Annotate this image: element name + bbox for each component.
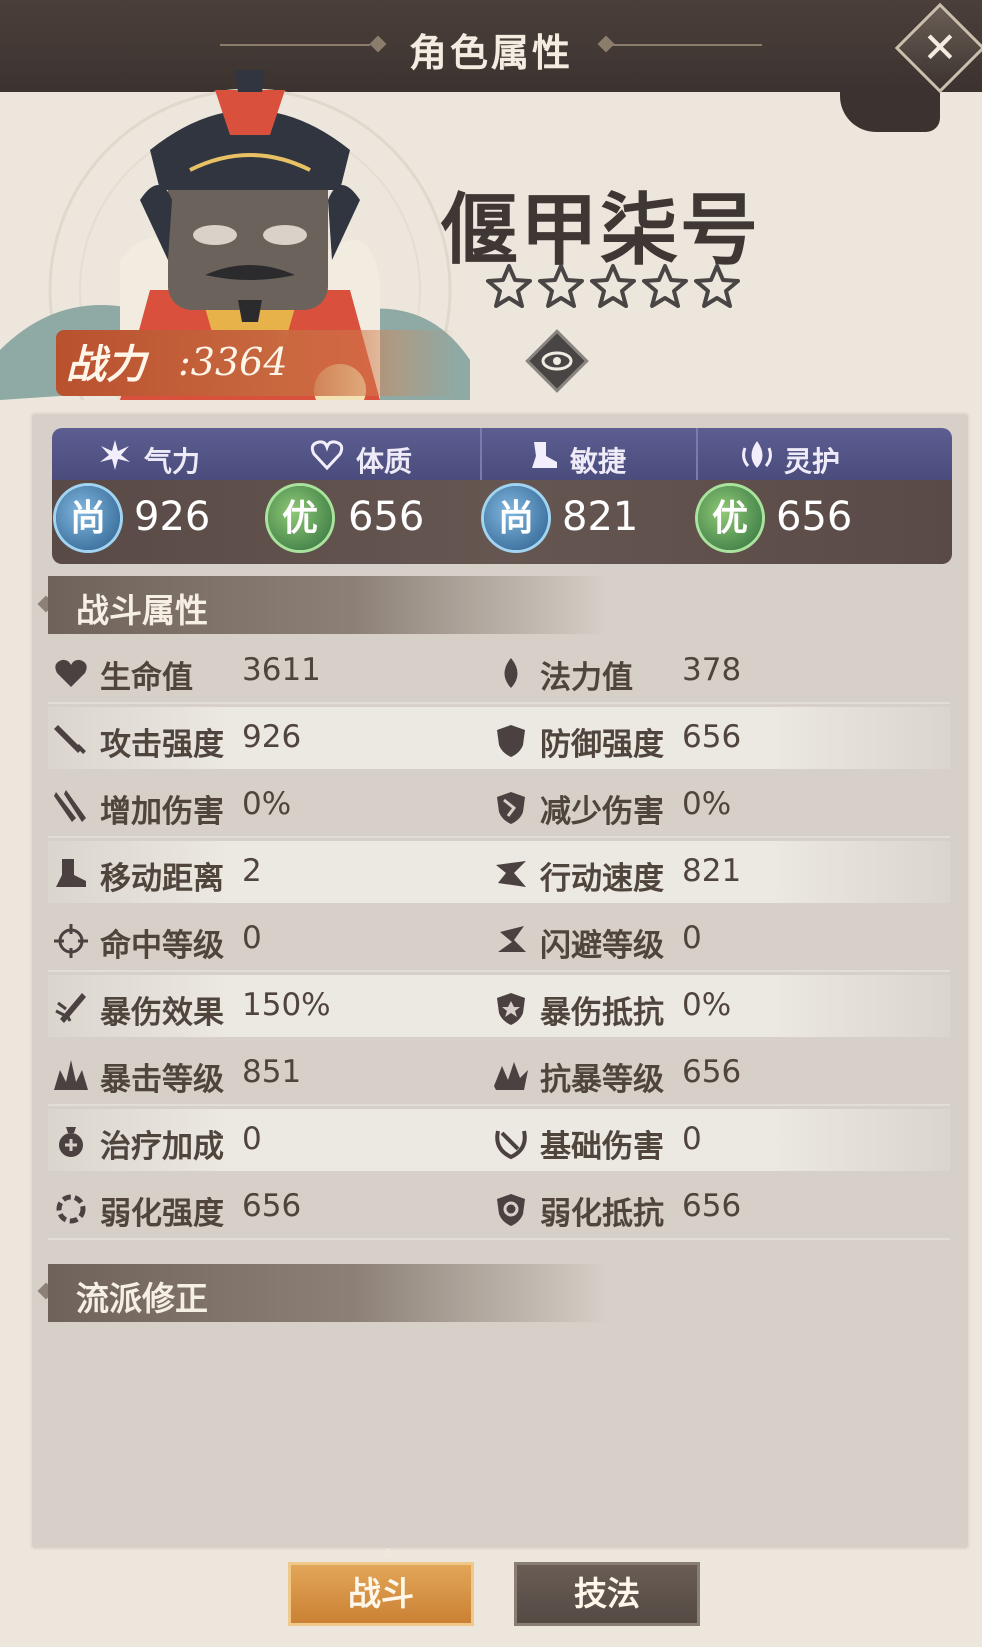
stat-row: 移动距离 2 行动速度 821 [48, 841, 950, 903]
crit-sword-icon [55, 993, 86, 1023]
attr-name-minjie: 敏捷 [570, 445, 627, 478]
crit-burst-icon [54, 1060, 88, 1090]
stat-value: 656 [682, 1054, 742, 1090]
section-title-school: 流派修正 [76, 1279, 208, 1318]
stat-label: 抗暴等级 [540, 1062, 664, 1098]
water-drop-icon [504, 658, 518, 688]
star-icon [486, 264, 532, 308]
stat-value: 150% [242, 987, 331, 1023]
stat-row: 治疗加成 0 基础伤害 0 [48, 1109, 950, 1171]
attr-value-minjie: 821 [562, 494, 639, 540]
stat-value: 0 [682, 920, 702, 956]
stat-label: 攻击强度 [100, 727, 224, 763]
tab-skills[interactable]: 技法 [514, 1562, 700, 1626]
heart-outline-icon [310, 440, 344, 471]
stat-label: 暴伤抵抗 [540, 995, 664, 1031]
stat-value: 926 [242, 719, 302, 755]
attr-separator [480, 428, 482, 480]
combat-power-label: 战力 [66, 341, 146, 388]
stat-row: 增加伤害 0% 减少伤害 0% [48, 774, 950, 838]
star-icon [694, 264, 740, 308]
star-icon [538, 264, 584, 308]
stat-label: 暴击等级 [100, 1062, 224, 1098]
grade-badge: 优 [268, 486, 332, 550]
stat-value: 0% [682, 786, 732, 822]
attr-value-tizhi: 656 [348, 494, 425, 540]
spirit-drop-icon [742, 441, 772, 468]
eye-icon[interactable] [522, 326, 592, 396]
grade-badge: 尚 [484, 486, 548, 550]
tab-pointer [380, 1548, 396, 1558]
crosshair-icon [54, 924, 88, 958]
heart-icon [55, 659, 87, 687]
stat-value: 0% [682, 987, 732, 1023]
heal-icon [59, 1127, 83, 1157]
shield-icon [497, 725, 525, 757]
double-sword-icon [54, 790, 86, 822]
stat-value: 821 [682, 853, 742, 889]
stat-value: 0 [682, 1121, 702, 1157]
stat-label: 防御强度 [540, 727, 664, 763]
stat-label: 命中等级 [100, 928, 224, 964]
stat-row: 暴击等级 851 抗暴等级 656 [48, 1042, 950, 1106]
stat-label: 基础伤害 [540, 1129, 664, 1165]
attr-separator [696, 428, 698, 480]
star-icon [590, 264, 636, 308]
stat-label: 法力值 [540, 660, 633, 696]
dodge-icon [498, 926, 526, 952]
section-title-combat: 战斗属性 [76, 591, 208, 630]
stat-value: 656 [682, 719, 742, 755]
boot-icon [532, 442, 557, 468]
sword-icon [54, 725, 86, 754]
stat-label: 减少伤害 [540, 794, 664, 830]
stat-label: 生命值 [100, 660, 193, 696]
stat-label: 增加伤害 [100, 794, 224, 830]
stat-value: 0 [242, 1121, 262, 1157]
stat-row: 攻击强度 926 防御强度 656 [48, 707, 950, 769]
weaken-resist-icon [497, 1194, 525, 1226]
stat-label: 行动速度 [540, 861, 664, 897]
stat-row: 暴伤效果 150% 暴伤抵抗 0% [48, 975, 950, 1037]
title-bar-curl [840, 88, 940, 132]
stat-label: 治疗加成 [100, 1129, 224, 1165]
stat-label: 弱化强度 [100, 1196, 224, 1232]
tab-combat[interactable]: 战斗 [288, 1562, 474, 1626]
attr-name-linghu: 灵护 [784, 445, 841, 478]
stat-row: 弱化强度 656 弱化抵抗 656 [48, 1176, 950, 1240]
grade-badge: 优 [698, 486, 762, 550]
combat-power-value: :3364 [178, 340, 288, 384]
stat-label: 闪避等级 [540, 928, 664, 964]
stat-value: 656 [242, 1188, 302, 1224]
star-icon [642, 264, 688, 308]
move-boot-icon [56, 859, 86, 887]
stat-value: 0% [242, 786, 292, 822]
attr-value-qili: 926 [134, 494, 211, 540]
anti-crit-icon [494, 1062, 528, 1090]
base-damage-icon [495, 1130, 527, 1160]
attr-name-tizhi: 体质 [356, 445, 413, 478]
stat-label: 弱化抵抗 [540, 1196, 664, 1232]
stat-value: 656 [682, 1188, 742, 1224]
stat-row: 生命值 3611 法力值 378 [48, 640, 950, 704]
speed-icon [496, 861, 526, 887]
attr-name-qili: 气力 [144, 445, 201, 478]
qili-burst-icon [100, 440, 130, 470]
broken-shield-icon [497, 792, 525, 824]
grade-badge: 尚 [56, 486, 120, 550]
stat-value: 851 [242, 1054, 302, 1090]
stat-value: 2 [242, 853, 262, 889]
stat-value: 378 [682, 652, 742, 688]
stat-value: 3611 [242, 652, 321, 688]
star-rating [484, 262, 754, 312]
primary-attributes-bar: 气力 体质 敏捷 灵护 尚 926 优 656 尚 821 优 656 [52, 428, 952, 564]
stat-row: 命中等级 0 闪避等级 0 [48, 908, 950, 972]
weaken-icon [56, 1194, 86, 1224]
stat-label: 暴伤效果 [100, 995, 224, 1031]
crit-shield-icon [497, 993, 525, 1025]
attr-value-linghu: 656 [776, 494, 853, 540]
close-icon[interactable]: ✕ [908, 16, 972, 80]
stat-label: 移动距离 [100, 861, 224, 897]
stat-value: 0 [242, 920, 262, 956]
